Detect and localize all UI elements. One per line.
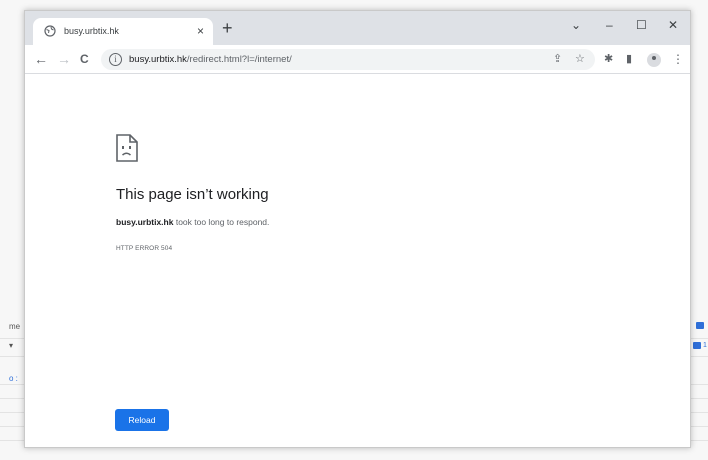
error-host: busy.urbtix.hk <box>116 217 174 227</box>
menu-icon[interactable]: ⋮ <box>672 51 684 67</box>
tab-title: busy.urbtix.hk <box>64 26 119 36</box>
share-icon[interactable]: ⇪ <box>553 52 562 66</box>
site-info-icon[interactable]: i <box>109 53 122 66</box>
minimize-icon[interactable]: – <box>606 17 613 33</box>
reload-button[interactable]: Reload <box>115 409 169 431</box>
browser-toolbar: ← → C i busy.urbtix.hk/redirect.html?l=/… <box>25 45 690 74</box>
url-text[interactable]: busy.urbtix.hk/redirect.html?l=/internet… <box>129 54 292 65</box>
tab-strip: busy.urbtix.hk × + ⌄ – ☐ ✕ <box>25 11 690 45</box>
reload-icon[interactable]: C <box>80 51 89 67</box>
side-panel-icon[interactable]: ▮ <box>626 51 632 67</box>
bg-side-label: o : <box>9 374 18 383</box>
tab-search-icon[interactable]: ⌄ <box>571 17 581 33</box>
back-icon[interactable]: ← <box>34 51 48 67</box>
url-path: /redirect.html?l=/internet/ <box>186 54 292 65</box>
bg-side-label: me <box>9 322 21 331</box>
browser-tab[interactable]: busy.urbtix.hk × <box>33 18 213 45</box>
profile-avatar-icon[interactable] <box>647 53 661 67</box>
window-close-icon[interactable]: ✕ <box>668 17 678 33</box>
address-bar[interactable]: i busy.urbtix.hk/redirect.html?l=/intern… <box>101 49 595 70</box>
tab-close-icon[interactable]: × <box>197 23 204 39</box>
new-tab-icon[interactable]: + <box>222 19 233 37</box>
error-heading: This page isn’t working <box>116 186 269 203</box>
bg-side-label: ▾ <box>9 341 14 350</box>
comment-badge-icon <box>693 342 701 349</box>
browser-window: busy.urbtix.hk × + ⌄ – ☐ ✕ ← → C i busy.… <box>24 10 691 448</box>
error-message: took too long to respond. <box>173 217 270 227</box>
error-code: HTTP ERROR 504 <box>116 245 173 252</box>
error-description: busy.urbtix.hk took too long to respond. <box>116 217 269 227</box>
bookmark-star-icon[interactable]: ☆ <box>575 52 585 66</box>
url-host: busy.urbtix.hk <box>129 54 187 65</box>
extensions-icon[interactable]: ✱ <box>604 51 613 67</box>
page-content: This page isn’t working busy.urbtix.hk t… <box>25 74 690 447</box>
sad-page-icon <box>116 134 138 162</box>
comment-badge-icon <box>696 322 704 329</box>
forward-icon[interactable]: → <box>57 51 71 67</box>
globe-icon <box>44 25 56 37</box>
comment-count: 1 <box>703 342 707 349</box>
maximize-icon[interactable]: ☐ <box>636 17 647 33</box>
